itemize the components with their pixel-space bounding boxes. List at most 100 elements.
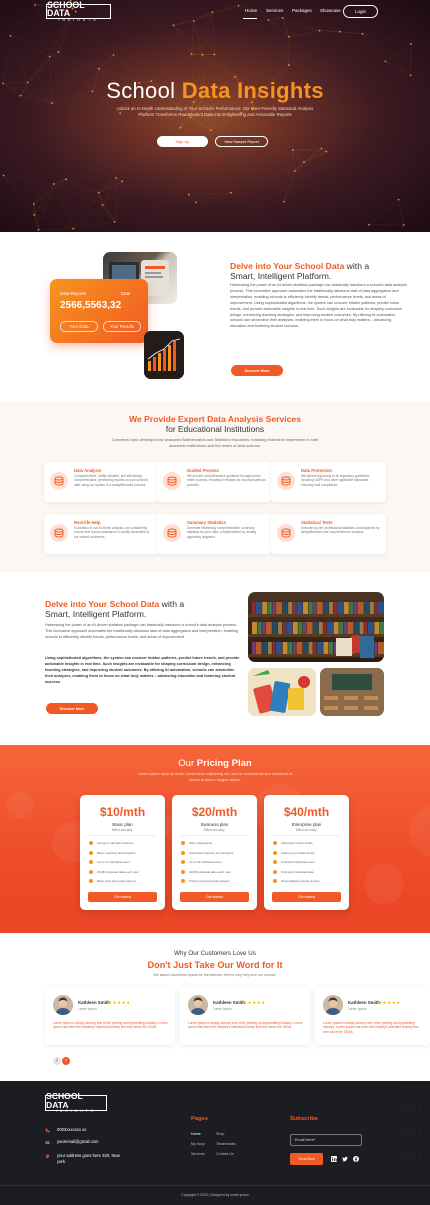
nav-showcase[interactable]: Showcase: [320, 8, 341, 13]
library-photo-art: [248, 602, 384, 658]
hero-title: School Data Insights: [106, 78, 324, 103]
get-started-button[interactable]: Get started: [272, 892, 341, 902]
footer-link-shop[interactable]: Shop: [216, 1132, 224, 1136]
plan-feature: Audit log and data history: [273, 850, 315, 855]
footer-link-contact[interactable]: Contact Us: [216, 1152, 234, 1156]
nav-services[interactable]: Services: [266, 8, 283, 13]
services-subtitle: for Educational Institutions: [165, 424, 265, 434]
service-card[interactable]: Summary Statistics Generate effortlessly …: [157, 514, 272, 554]
service-card[interactable]: Data Analysis Comprehensive, swiftly deta…: [44, 462, 159, 502]
delve-title: Delve into Your School Data with a Smart,…: [45, 599, 185, 619]
footer-link-home[interactable]: Home: [191, 1132, 201, 1136]
hero-subtitle: Unlock an In-Depth Understanding of Your…: [116, 106, 314, 117]
footer-pages-title: Pages: [191, 1116, 209, 1122]
check-icon: [273, 841, 277, 845]
plan-billing: Billed annually.: [111, 828, 134, 832]
star-rating: ★★★★★: [243, 999, 266, 1005]
intro-discover-button[interactable]: Discover More: [231, 365, 283, 376]
intro-body: Harnessing the power of an AI-driven sta…: [230, 283, 407, 329]
signup-button[interactable]: Sign Up: [157, 136, 208, 147]
footer-link-my-story[interactable]: My story: [191, 1142, 205, 1146]
check-icon: [273, 860, 277, 864]
plan-name: Enterprise plan: [291, 822, 322, 827]
service-desc: Execute top-tier professional statistics…: [301, 526, 380, 535]
classroom-photo: [320, 668, 384, 716]
your-results-button[interactable]: Your Results: [103, 321, 141, 332]
check-icon: [89, 860, 93, 864]
pricing-card: $40/mth Enterprise plan Billed annually. Ad…: [264, 795, 349, 910]
footer-phone[interactable]: 0003xxxxxxx xx: [57, 1127, 86, 1133]
delve-body-2: Using sophisticated algorithms, the syst…: [45, 656, 240, 684]
mail-icon: [45, 1140, 50, 1144]
plan-feature: Up to 10 individual users: [89, 860, 130, 864]
delve-discover-button[interactable]: Discover More: [46, 703, 98, 714]
plan-price: $40/mth: [283, 805, 330, 819]
database-icon: [50, 524, 68, 542]
footer-email-input[interactable]: Email Here*: [290, 1134, 362, 1146]
delve-body-1: Harnessing the power of an AI-driven sta…: [45, 623, 238, 639]
login-button[interactable]: Login: [343, 5, 378, 18]
twitter-icon[interactable]: [342, 1156, 348, 1162]
card-date: Date: [121, 291, 131, 296]
brand-logo[interactable]: SCHOOL DATA INSIGHTS: [46, 0, 111, 22]
classroom-photo-art: [320, 668, 384, 716]
service-desc: We provide comprehensive guidance throug…: [187, 474, 266, 487]
data-reports-card: Data Reports Date 2566,5563,32 Your Data…: [50, 279, 148, 343]
testimonial-role: Lorem Ipsum: [78, 1007, 97, 1011]
plan-price: $20/mth: [191, 805, 238, 819]
nav-active-indicator: [243, 18, 257, 19]
service-title: Data Protection: [301, 468, 332, 473]
your-data-button[interactable]: Your Data: [60, 321, 98, 332]
testimonial-card: Kathleen Smith ★★★★★ Lorem Ipsum Lorem Ipsu…: [45, 987, 175, 1045]
testimonial-name: Kathleen Smith: [348, 1000, 380, 1005]
location-icon: [46, 1154, 49, 1159]
pricing-title: Our Pricing Plan: [178, 758, 252, 769]
view-sample-button[interactable]: View Sample Report: [215, 136, 268, 147]
pricing-desc: Lorem ipsum dolor sit amet, consectetur …: [137, 772, 293, 782]
plan-feature: Advanced reporting and analytics: [181, 850, 233, 855]
plan-divider: [272, 835, 341, 836]
plan-feature: 40GB individual data each user: [181, 869, 231, 874]
plan-billing: Billed annually.: [295, 828, 318, 832]
carousel-prev-button[interactable]: ‹: [53, 1057, 61, 1065]
get-started-button[interactable]: Get started: [180, 892, 249, 902]
supplies-photo-art: [248, 668, 316, 716]
check-icon: [273, 879, 277, 883]
nav-home[interactable]: Home: [245, 8, 257, 13]
testimonial-name: Kathleen Smith: [78, 1000, 110, 1005]
service-title: Real-life Help: [74, 520, 101, 525]
service-desc: We adhere rigorously to all regulatory g…: [301, 474, 371, 487]
avatar: [188, 995, 208, 1015]
facebook-icon[interactable]: [353, 1156, 359, 1162]
star-rating: ★★★★★: [378, 999, 401, 1005]
service-title: Summary Statistics: [187, 520, 226, 525]
get-started-button[interactable]: Get started: [88, 892, 157, 902]
plan-feature: Up to 20 individual users: [181, 860, 222, 864]
footer-logo[interactable]: SCHOOL DATA INSIGHTS: [45, 1092, 107, 1113]
check-icon: [89, 841, 93, 845]
carousel-next-button[interactable]: ›: [62, 1057, 70, 1065]
testimonials-title: Don't Just Take Our Word for It: [147, 960, 283, 970]
plan-name: Business plan: [200, 822, 229, 827]
service-card[interactable]: Data Protection We adhere rigorously to a…: [271, 462, 386, 502]
linkedin-icon[interactable]: [331, 1156, 337, 1162]
testimonial-text: Lorem Ipsum is simply dummy text of the …: [53, 1021, 168, 1030]
service-title: Statistical Tests: [301, 520, 333, 525]
database-icon: [277, 472, 295, 490]
footer: SCHOOL DATA INSIGHTS 0003xxxxxxx xx your…: [0, 1081, 430, 1205]
plan-name: Basic plan: [112, 822, 133, 827]
service-desc: Comprehensive, swiftly detailed, and eff…: [74, 474, 148, 487]
library-photo: [248, 592, 384, 662]
service-card[interactable]: Statistical Tests Execute top-tier profes…: [271, 514, 386, 554]
footer-send-button[interactable]: Send Now: [290, 1153, 323, 1165]
nav-packages[interactable]: Packages: [292, 8, 312, 13]
service-title: Guided Process: [187, 468, 219, 473]
footer-email[interactable]: youremail@gmail.com: [57, 1139, 99, 1145]
card-label: Data Reports: [60, 291, 86, 296]
testimonial-role: Lorem Ipsum: [213, 1007, 232, 1011]
footer-link-testimonials[interactable]: Testimonials: [216, 1142, 236, 1146]
footer-link-services[interactable]: Services: [191, 1152, 205, 1156]
service-card[interactable]: Guided Process We provide comprehensive g…: [157, 462, 272, 502]
service-card[interactable]: Real-life Help In addition to our AI-driv…: [44, 514, 159, 554]
card-value: 2566,5563,32: [60, 300, 122, 311]
